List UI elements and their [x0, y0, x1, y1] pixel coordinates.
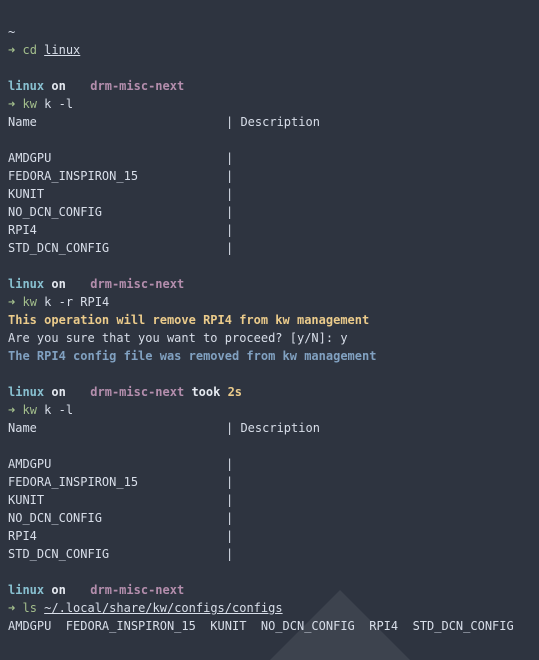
home-dir: ~: [8, 25, 16, 39]
prompt-branch: drm-misc-next: [90, 583, 185, 597]
prompt-took: took: [191, 385, 221, 399]
command-arg: k -l: [44, 403, 74, 417]
ls-output: AMDGPU FEDORA_INSPIRON_15 KUNIT NO_DCN_C…: [8, 619, 514, 633]
table-row: KUNIT |: [8, 185, 535, 203]
command-name: ls: [22, 601, 37, 615]
home-line: ~: [8, 23, 535, 41]
table-header: Name | Description: [8, 419, 535, 437]
prompt-arrow-icon: ➜: [8, 43, 16, 57]
table-cell-name: STD_DCN_CONFIG: [8, 241, 110, 255]
table-cell-name: AMDGPU: [8, 457, 52, 471]
prompt-dir: linux: [8, 277, 45, 291]
table-row: NO_DCN_CONFIG |: [8, 203, 535, 221]
table-cell-sep: |: [226, 493, 234, 507]
prompt-branch: drm-misc-next: [90, 79, 185, 93]
command-name: kw: [22, 97, 37, 111]
table-header-name: Name: [8, 421, 37, 435]
table-row: FEDORA_INSPIRON_15 |: [8, 473, 535, 491]
prompt-line: linux on drm-misc-next: [8, 581, 535, 599]
table-cell-name: KUNIT: [8, 187, 45, 201]
table-cell-name: RPI4: [8, 223, 37, 237]
prompt-line: linux on drm-misc-next: [8, 275, 535, 293]
warning-message: This operation will remove RPI4 from kw …: [8, 313, 370, 327]
table-cell-sep: |: [226, 529, 234, 543]
prompt-arrow-icon: ➜: [8, 403, 16, 417]
table-cell-sep: |: [226, 223, 234, 237]
removed-message: The RPI4 config file was removed from kw…: [8, 349, 377, 363]
prompt-on: on: [51, 277, 66, 291]
table-row: RPI4 |: [8, 221, 535, 239]
table-row: AMDGPU |: [8, 455, 535, 473]
table-cell-sep: |: [226, 241, 234, 255]
table-row: STD_DCN_CONFIG |: [8, 545, 535, 563]
table-cell-sep: |: [226, 187, 234, 201]
table-cell-sep: |: [226, 475, 234, 489]
table-cell-sep: |: [226, 169, 234, 183]
table-cell-sep: |: [226, 457, 234, 471]
table-row: AMDGPU |: [8, 149, 535, 167]
prompt-branch: drm-misc-next: [90, 385, 185, 399]
command-line: ➜ ls ~/.local/share/kw/configs/configs: [8, 599, 535, 617]
command-line: ➜ kw k -r RPI4: [8, 293, 535, 311]
confirm-prompt: Are you sure that you want to proceed? […: [8, 331, 348, 345]
command-line: ➜ kw k -l: [8, 401, 535, 419]
table-cell-sep: |: [226, 151, 234, 165]
prompt-dir: linux: [8, 79, 45, 93]
table-cell-name: NO_DCN_CONFIG: [8, 511, 102, 525]
prompt-duration: 2s: [227, 385, 243, 399]
table-row: FEDORA_INSPIRON_15 |: [8, 167, 535, 185]
command-arg: k -l: [44, 97, 74, 111]
command-arg: ~/.local/share/kw/configs/configs: [44, 601, 283, 615]
table-cell-name: NO_DCN_CONFIG: [8, 205, 102, 219]
prompt-arrow-icon: ➜: [8, 601, 16, 615]
table-row: RPI4 |: [8, 527, 535, 545]
prompt-dir: linux: [8, 583, 45, 597]
table-cell-name: FEDORA_INSPIRON_15: [8, 475, 139, 489]
prompt-branch: drm-misc-next: [90, 277, 185, 291]
table-row: STD_DCN_CONFIG |: [8, 239, 535, 257]
prompt-arrow-icon: ➜: [8, 97, 16, 111]
table-header-desc: | Description: [226, 421, 320, 435]
command-line: ➜ cd linux: [8, 41, 535, 59]
table-row: NO_DCN_CONFIG |: [8, 509, 535, 527]
table-cell-sep: |: [226, 547, 234, 561]
command-name: kw: [22, 295, 37, 309]
table-cell-name: FEDORA_INSPIRON_15: [8, 169, 139, 183]
prompt-on: on: [51, 385, 66, 399]
prompt-arrow-icon: ➜: [8, 295, 16, 309]
prompt-line: linux on drm-misc-next took 2s: [8, 383, 535, 401]
command-line: ➜ kw k -l: [8, 95, 535, 113]
table-cell-sep: |: [226, 205, 234, 219]
command-arg: k -r RPI4: [44, 295, 110, 309]
table-cell-name: RPI4: [8, 529, 37, 543]
table-header: Name | Description: [8, 113, 535, 131]
command-arg: linux: [44, 43, 81, 57]
prompt-dir: linux: [8, 385, 45, 399]
prompt-on: on: [51, 79, 66, 93]
table-header-desc: | Description: [226, 115, 320, 129]
table-header-name: Name: [8, 115, 37, 129]
command-name: kw: [22, 403, 37, 417]
table-cell-name: STD_DCN_CONFIG: [8, 547, 110, 561]
table-cell-name: AMDGPU: [8, 151, 52, 165]
table-cell-sep: |: [226, 511, 234, 525]
terminal-output: ~ ➜ cd linux linux on drm-misc-next ➜ kw…: [8, 23, 535, 635]
prompt-line: linux on drm-misc-next: [8, 77, 535, 95]
table-row: KUNIT |: [8, 491, 535, 509]
prompt-on: on: [51, 583, 66, 597]
table-cell-name: KUNIT: [8, 493, 45, 507]
command-name: cd: [22, 43, 37, 57]
